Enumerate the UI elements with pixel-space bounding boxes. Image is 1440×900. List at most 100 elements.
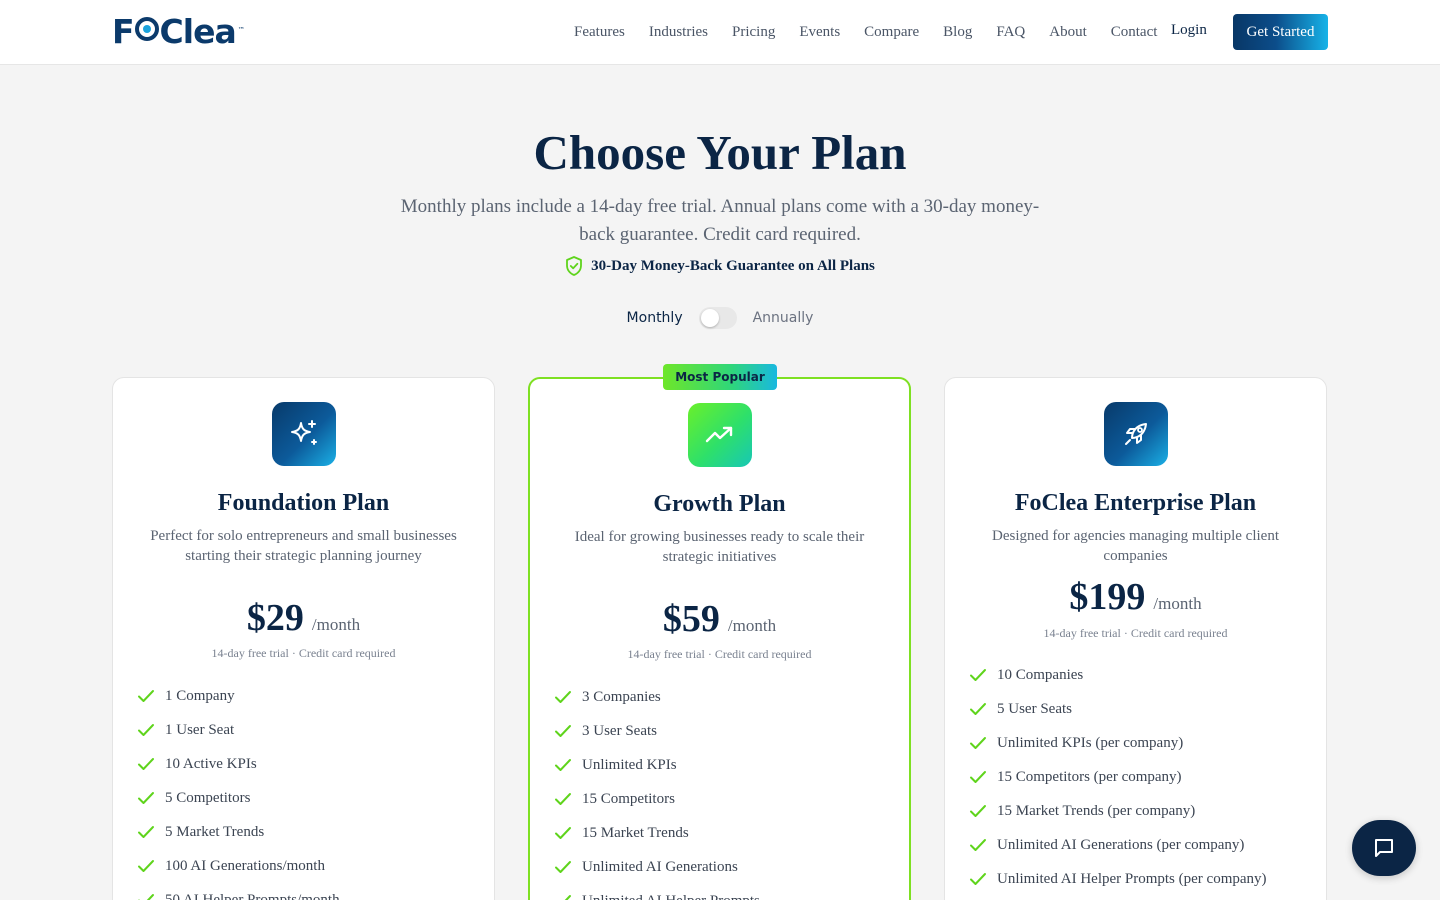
plan-description: Designed for agencies managing multiple … <box>992 528 1279 564</box>
plan-title: FoClea Enterprise Plan <box>1014 490 1257 516</box>
feature-text: 15 Competitors <box>582 790 675 807</box>
feature-text: 15 Market Trends (per company) <box>997 802 1196 819</box>
feature-text: 50 AI Helper Prompts/month <box>165 891 340 900</box>
chat-bubble-icon <box>1375 839 1393 857</box>
feature-text: 5 User Seats <box>997 700 1072 717</box>
page-subtitle: Monthly plans include a 14-day free tria… <box>400 196 1040 245</box>
feature-item: 15 Competitors <box>554 782 760 816</box>
sparkles-icon <box>272 402 336 466</box>
check-icon <box>970 737 986 749</box>
check-icon <box>970 839 986 851</box>
guarantee-note: 30-Day Money-Back Guarantee on All Plans <box>0 256 1440 276</box>
check-icon <box>138 860 154 872</box>
switch-knob <box>700 309 719 327</box>
plan-trial-note: 14-day free trial · Credit card required <box>627 647 812 661</box>
feature-item: 15 Market Trends <box>554 816 760 850</box>
feature-item: 15 Competitors (per company) <box>969 760 1267 794</box>
plan-price-row: $199 /month <box>945 575 1326 619</box>
check-icon <box>564 895 571 900</box>
billing-annually-label[interactable]: Annually <box>753 310 814 326</box>
guarantee-text: 30-Day Money-Back Guarantee on All Plans <box>591 257 875 274</box>
check-icon <box>138 724 154 736</box>
check-icon <box>555 861 571 873</box>
shield-check-icon <box>566 256 583 276</box>
feature-item: 3 Companies <box>554 680 760 714</box>
check-icon <box>138 894 154 900</box>
plan-card-foundation: Foundation Plan Perfect for solo entrepr… <box>112 377 495 900</box>
nav-link-pricing[interactable]: Pricing <box>732 24 775 41</box>
nav-link-about[interactable]: About <box>1049 24 1087 41</box>
check-icon <box>555 759 571 771</box>
feature-item: 5 User Seats <box>969 692 1267 726</box>
check-icon <box>970 771 986 783</box>
feature-text: 5 Competitors <box>165 789 251 806</box>
feature-text: 10 Companies <box>997 666 1084 683</box>
feature-text: 3 User Seats <box>582 722 657 739</box>
check-icon <box>970 669 986 681</box>
plan-feature-list: 1 Company 1 User Seat 10 Active KPIs 5 Comp… <box>137 679 340 900</box>
page-title: Choose Your Plan <box>533 125 907 180</box>
feature-text: 5 Market Trends <box>165 823 265 840</box>
feature-item: Unlimited AI Helper Prompts (per company… <box>969 862 1267 896</box>
feature-item: 1 Company <box>137 679 340 713</box>
feature-item: Unlimited KPIs <box>554 748 760 782</box>
feature-item: 3 User Seats <box>554 714 760 748</box>
feature-item: 5 Market Trends <box>137 815 340 849</box>
feature-text: 15 Market Trends <box>582 824 689 841</box>
feature-text: 1 User Seat <box>165 721 235 738</box>
trending-up-icon <box>688 403 752 467</box>
feature-text: Unlimited AI Generations <box>582 858 738 875</box>
feature-item: 1 User Seat <box>137 713 340 747</box>
check-icon <box>138 758 154 770</box>
nav-link-events[interactable]: Events <box>799 24 840 41</box>
feature-item: 10 Companies <box>969 658 1267 692</box>
feature-item: 15 Market Trends (per company) <box>969 794 1267 828</box>
billing-monthly-label[interactable]: Monthly <box>627 310 683 326</box>
most-popular-badge: Most Popular <box>663 364 777 390</box>
check-icon <box>555 793 571 805</box>
feature-text: Unlimited AI Generations (per company) <box>997 836 1245 853</box>
plan-period: /month <box>727 616 777 635</box>
plan-price: $59 <box>662 598 720 640</box>
check-icon <box>970 873 986 885</box>
nav-link-contact[interactable]: Contact <box>1111 24 1158 41</box>
nav-link-blog[interactable]: Blog <box>943 24 972 41</box>
login-link[interactable]: Login <box>1171 22 1207 39</box>
nav-links: Features Industries Pricing Events Compa… <box>574 0 1181 64</box>
nav-link-features[interactable]: Features <box>574 24 625 41</box>
check-icon <box>970 805 986 817</box>
nav-link-faq[interactable]: FAQ <box>996 24 1025 41</box>
feature-item: 5 Competitors <box>137 781 340 815</box>
rocket-icon <box>1104 402 1168 466</box>
plan-card-growth: Growth Plan Ideal for growing businesses… <box>528 377 911 900</box>
feature-item: 50 AI Helper Prompts/month <box>137 883 340 900</box>
check-icon <box>555 725 571 737</box>
plan-card-enterprise: FoClea Enterprise Plan Designed for agen… <box>944 377 1327 900</box>
feature-item: Unlimited AI Generations (per company) <box>969 828 1267 862</box>
nav-link-industries[interactable]: Industries <box>649 24 708 41</box>
feature-text: Unlimited KPIs (per company) <box>997 734 1184 751</box>
plan-price-row: $59 /month <box>530 597 909 641</box>
chat-button[interactable] <box>1352 820 1416 876</box>
nav-link-compare[interactable]: Compare <box>864 24 919 41</box>
feature-text: 1 Company <box>165 687 235 704</box>
feature-item: Unlimited AI Generations <box>554 850 760 884</box>
plan-feature-list: 3 Companies 3 User Seats Unlimited KPIs 15 … <box>554 680 760 900</box>
billing-toggle: Monthly Annually <box>0 307 1440 329</box>
get-started-button[interactable]: Get Started <box>1233 14 1328 50</box>
check-icon <box>138 826 154 838</box>
plan-price: $199 <box>1069 576 1146 618</box>
feature-text: 10 Active KPIs <box>165 755 257 772</box>
plan-period: /month <box>311 615 361 634</box>
foclea-logo[interactable]: F Clea ™ <box>112 14 245 50</box>
feature-text: 3 Companies <box>582 688 661 705</box>
feature-item: Unlimited AI Helper Prompts <box>554 884 760 900</box>
billing-switch[interactable] <box>698 307 737 329</box>
plan-description: Ideal for growing businesses ready to sc… <box>574 529 865 565</box>
plan-trial-note: 14-day free trial · Credit card required <box>1043 626 1228 640</box>
check-icon <box>138 792 154 804</box>
plan-feature-list: 10 Companies 5 User Seats Unlimited KPIs (… <box>969 658 1267 896</box>
feature-text: 100 AI Generations/month <box>165 857 325 874</box>
logo-eye-mark <box>134 17 159 41</box>
plan-price: $29 <box>246 597 304 639</box>
